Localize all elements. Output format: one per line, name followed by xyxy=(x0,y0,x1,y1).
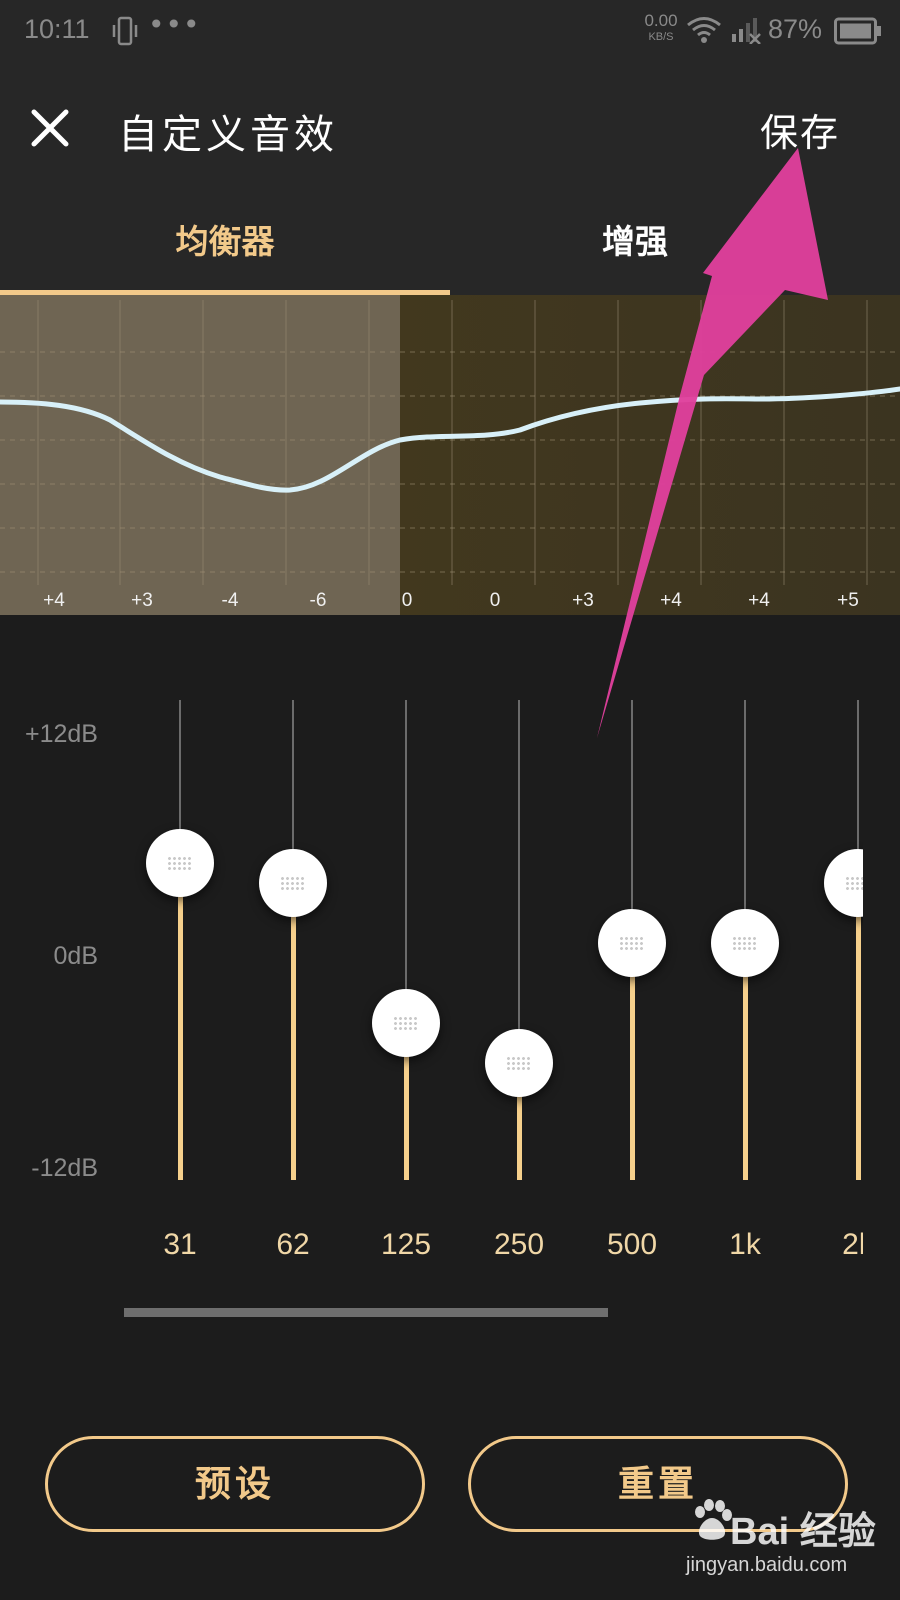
slider-track[interactable] xyxy=(744,700,746,943)
slider-knob[interactable] xyxy=(146,829,214,897)
slider-knob[interactable] xyxy=(259,849,327,917)
slider-fill xyxy=(742,943,748,1180)
tab-equalizer[interactable]: 均衡器 xyxy=(0,192,450,295)
horizontal-scrollbar[interactable] xyxy=(124,1308,608,1317)
curve-label: 0 xyxy=(401,590,413,611)
curve-label: +4 xyxy=(748,590,770,611)
slider-fill xyxy=(290,883,296,1180)
watermark-url: jingyan.baidu.com xyxy=(686,1554,848,1576)
slider-track[interactable] xyxy=(518,700,520,1063)
tab-bar: 均衡器 增强 xyxy=(0,192,900,295)
graph-visible-window xyxy=(0,295,400,615)
slider-knob[interactable] xyxy=(711,909,779,977)
freq-label: 2k xyxy=(842,1228,863,1261)
band-sliders xyxy=(0,690,863,1190)
freq-label: 62 xyxy=(276,1228,310,1261)
status-bar: 10:11 ••• 0.00 KB/S 87% xyxy=(0,0,900,62)
slider-track[interactable] xyxy=(405,700,407,1023)
freq-label: 125 xyxy=(380,1228,432,1261)
cellular-signal-icon xyxy=(732,18,761,44)
curve-label: -4 xyxy=(221,590,239,611)
curve-label: +5 xyxy=(837,590,859,611)
battery-percent: 87% xyxy=(768,14,823,44)
watermark-brand: Bai 经验 xyxy=(730,1511,876,1553)
freq-label: 500 xyxy=(606,1228,658,1261)
slider-knob[interactable] xyxy=(598,909,666,977)
slider-knob[interactable] xyxy=(824,849,863,917)
header: 自定义音效 保存 xyxy=(0,62,900,192)
battery-icon xyxy=(834,17,881,45)
tab-enhance[interactable]: 增强 xyxy=(450,192,900,295)
grip-icon xyxy=(280,876,306,890)
eq-curve-labels: +4 +3 -4 -6 0 0 +3 +4 +4 +5 xyxy=(0,590,900,614)
freq-label: 1k xyxy=(729,1228,761,1261)
curve-label: -6 xyxy=(309,590,327,611)
vibrate-icon xyxy=(112,16,138,46)
slider-knob[interactable] xyxy=(372,989,440,1057)
slider-fill xyxy=(629,943,635,1180)
curve-label: +4 xyxy=(43,590,65,611)
slider-fill xyxy=(177,863,183,1180)
grip-icon xyxy=(845,876,863,890)
grip-icon xyxy=(506,1056,532,1070)
curve-label: 0 xyxy=(489,590,501,611)
wifi-icon xyxy=(687,17,721,43)
slider-fill xyxy=(855,883,861,1180)
grip-icon xyxy=(167,856,193,870)
save-button[interactable]: 保存 xyxy=(760,102,840,157)
curve-label: +3 xyxy=(572,590,594,611)
grip-icon xyxy=(619,936,645,950)
freq-label: 31 xyxy=(163,1228,197,1261)
status-time: 10:11 xyxy=(24,14,90,44)
frequency-labels: 31 62 125 250 500 1k 2k xyxy=(0,1228,863,1272)
eq-curve-graph xyxy=(0,295,900,615)
preset-button[interactable]: 预设 xyxy=(45,1436,425,1532)
slider-knob[interactable] xyxy=(485,1029,553,1097)
grip-icon xyxy=(732,936,758,950)
baidu-paw-logo xyxy=(695,1499,732,1540)
curve-label: +3 xyxy=(131,590,153,611)
more-notifications-icon: ••• xyxy=(148,8,201,41)
slider-track[interactable] xyxy=(631,700,633,943)
network-speed: 0.00 KB/S xyxy=(644,11,678,43)
close-icon[interactable] xyxy=(28,106,72,150)
page-title: 自定义音效 xyxy=(118,112,338,158)
freq-label: 250 xyxy=(493,1228,545,1261)
grip-icon xyxy=(393,1016,419,1030)
curve-label: +4 xyxy=(660,590,682,611)
